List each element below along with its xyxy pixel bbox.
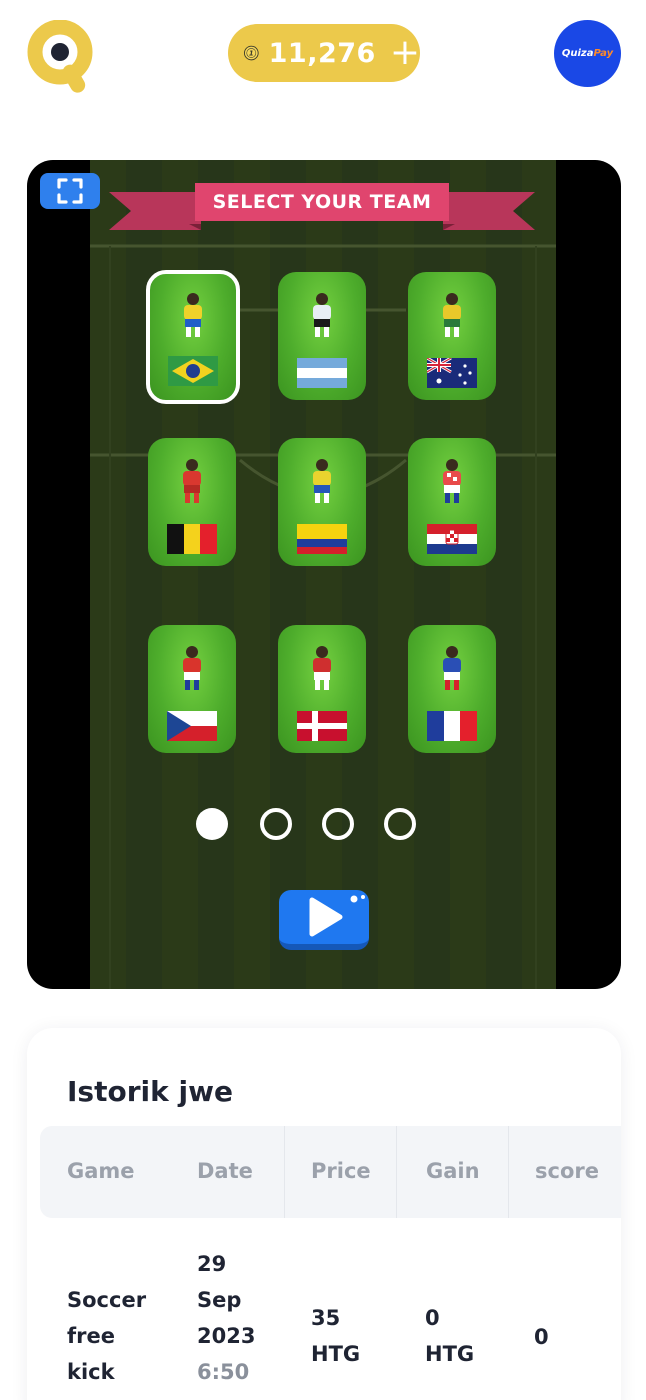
team-card-argentina[interactable] <box>278 272 366 400</box>
column-header-score: score <box>535 1159 599 1183</box>
player-icon <box>443 646 461 690</box>
flag-denmark-icon <box>297 711 347 741</box>
column-divider <box>284 1126 285 1218</box>
play-icon <box>309 895 365 937</box>
page-dot-2[interactable] <box>260 808 292 840</box>
player-icon <box>183 459 201 503</box>
history-title: Istorik jwe <box>67 1075 233 1108</box>
cell-score: 0 <box>534 1325 549 1349</box>
player-icon <box>184 293 202 337</box>
brand-name-part2: Pay <box>593 48 614 59</box>
page-dot-4[interactable] <box>384 808 416 840</box>
player-icon <box>443 459 461 503</box>
team-card-australia[interactable] <box>408 272 496 400</box>
cell-game: Soccer free kick <box>67 1288 147 1384</box>
player-icon <box>313 293 331 337</box>
coin-amount: 11,276 <box>268 37 376 69</box>
page-dot-1[interactable] <box>196 808 228 840</box>
history-table-header: Game Date Price Gain score <box>40 1126 621 1218</box>
flag-croatia-icon <box>427 524 477 554</box>
cell-price: 35 HTG <box>311 1306 361 1366</box>
team-card-france[interactable] <box>408 625 496 753</box>
team-card-belgium[interactable] <box>148 438 236 566</box>
flag-france-icon <box>427 711 477 741</box>
fullscreen-button[interactable] <box>40 173 100 209</box>
game-history-card: Istorik jwe Game Date Price Gain score S… <box>27 1028 621 1400</box>
quiz-logo-icon[interactable] <box>26 20 94 96</box>
flag-czech-icon <box>167 711 217 741</box>
coin-symbol: 1 <box>249 50 254 58</box>
add-coins-button[interactable]: + <box>390 35 420 71</box>
column-header-gain: Gain <box>426 1159 480 1183</box>
select-team-title: SELECT YOUR TEAM <box>212 191 432 213</box>
column-header-date: Date <box>197 1159 253 1183</box>
flag-belgium-icon <box>167 524 217 554</box>
column-divider <box>508 1126 509 1218</box>
quizapay-badge[interactable]: Quiza Pay <box>554 20 621 87</box>
player-icon <box>443 293 461 337</box>
player-icon <box>183 646 201 690</box>
brand-name-part1: Quiza <box>561 48 594 59</box>
cell-date: 29 Sep 2023 6:50 <box>197 1252 256 1384</box>
team-card-croatia[interactable] <box>408 438 496 566</box>
page-indicator <box>196 808 452 842</box>
column-divider <box>396 1126 397 1218</box>
team-card-denmark[interactable] <box>278 625 366 753</box>
flag-argentina-icon <box>297 358 347 388</box>
coin-balance-pill[interactable]: 1 11,276 + <box>228 24 420 82</box>
player-icon <box>313 459 331 503</box>
team-card-colombia[interactable] <box>278 438 366 566</box>
column-header-price: Price <box>311 1159 371 1183</box>
flag-colombia-icon <box>297 524 347 554</box>
flag-brazil-icon <box>168 356 218 386</box>
team-card-czech[interactable] <box>148 625 236 753</box>
coin-icon: 1 <box>244 45 259 61</box>
game-frame[interactable]: SELECT YOUR TEAM <box>27 160 621 989</box>
fullscreen-icon <box>57 178 83 204</box>
flag-australia-icon <box>427 358 477 388</box>
play-button[interactable] <box>279 890 369 950</box>
cell-gain: 0 HTG <box>425 1306 475 1366</box>
column-header-game: Game <box>67 1159 135 1183</box>
top-header: 1 11,276 + Quiza Pay <box>0 0 646 110</box>
page-dot-3[interactable] <box>322 808 354 840</box>
team-card-brazil[interactable] <box>146 270 240 404</box>
player-icon <box>313 646 331 690</box>
